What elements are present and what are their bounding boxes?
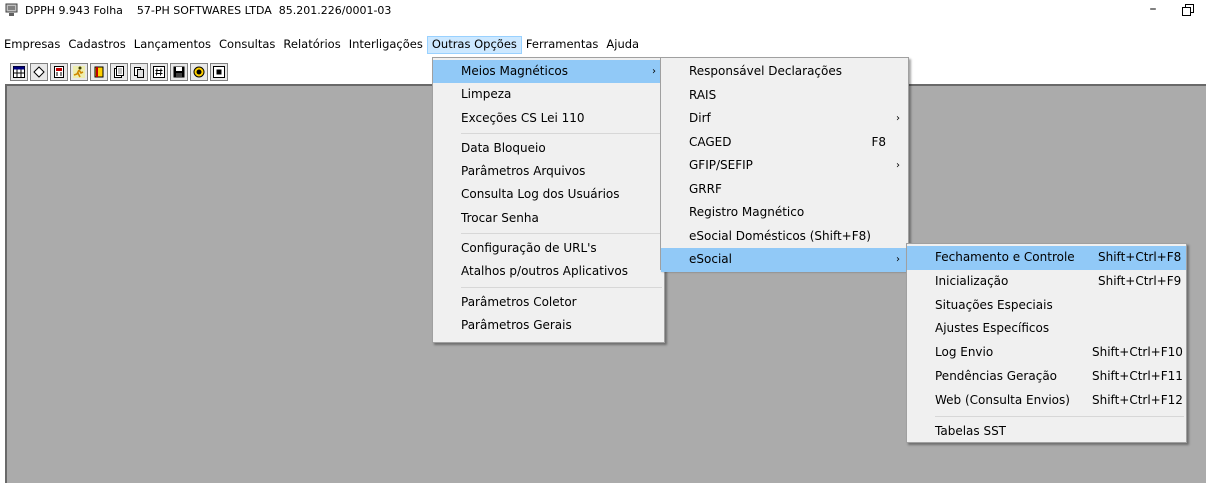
menu-interligacoes[interactable]: Interligações bbox=[345, 36, 427, 54]
menu-item-responsavel-declaracoes[interactable]: Responsável Declarações bbox=[661, 60, 908, 84]
chevron-right-icon: › bbox=[896, 254, 900, 265]
menu-item-pendencias-geracao[interactable]: Pendências Geração Shift+Ctrl+F11 bbox=[907, 365, 1186, 389]
menu-lancamentos[interactable]: Lançamentos bbox=[130, 36, 215, 54]
app-icon bbox=[5, 3, 20, 17]
menu-item-excecoes-cs[interactable]: Exceções CS Lei 110 bbox=[433, 107, 664, 130]
menu-item-consulta-log[interactable]: Consulta Log dos Usuários bbox=[433, 183, 664, 206]
menu-item-gfip-sefip[interactable]: GFIP/SEFIP › bbox=[661, 154, 908, 178]
menu-item-esocial-domesticos[interactable]: eSocial Domésticos (Shift+F8) bbox=[661, 225, 908, 249]
menu-item-rais[interactable]: RAIS bbox=[661, 84, 908, 108]
menu-item-ajustes-especificos[interactable]: Ajustes Específicos bbox=[907, 317, 1186, 341]
menu-outras-opcoes[interactable]: Outras Opções bbox=[426, 36, 522, 54]
menu-item-log-envio[interactable]: Log Envio Shift+Ctrl+F10 bbox=[907, 341, 1186, 365]
menu-divider bbox=[935, 415, 1184, 417]
menu-divider bbox=[461, 233, 662, 235]
window-title: DPPH 9.943 Folha 57-PH SOFTWARES LTDA 85… bbox=[25, 4, 392, 17]
meios-magneticos-menu: Responsável Declarações RAIS Dirf › CAGED… bbox=[660, 57, 909, 272]
menu-item-atalhos[interactable]: Atalhos p/outros Aplicativos bbox=[433, 260, 664, 283]
calculator-icon[interactable] bbox=[50, 63, 68, 81]
outras-opcoes-menu: Meios Magnéticos › Limpeza Exceções CS Le… bbox=[432, 57, 665, 343]
menu-ferramentas[interactable]: Ferramentas bbox=[522, 36, 602, 54]
menu-cadastros[interactable]: Cadastros bbox=[64, 36, 129, 54]
menu-item-parametros-arquivos[interactable]: Parâmetros Arquivos bbox=[433, 160, 664, 183]
hash-icon[interactable] bbox=[150, 63, 168, 81]
menu-item-registro-magnetico[interactable]: Registro Magnético bbox=[661, 201, 908, 225]
menu-item-situacoes-especiais[interactable]: Situações Especiais bbox=[907, 294, 1186, 318]
menu-relatorios[interactable]: Relatórios bbox=[279, 36, 344, 54]
runner-icon[interactable] bbox=[70, 63, 88, 81]
chevron-right-icon: › bbox=[652, 66, 656, 77]
menu-item-grrf[interactable]: GRRF bbox=[661, 178, 908, 202]
menu-item-dirf[interactable]: Dirf › bbox=[661, 107, 908, 131]
title-bar: DPPH 9.943 Folha 57-PH SOFTWARES LTDA 85… bbox=[0, 0, 1206, 20]
table-icon[interactable] bbox=[10, 63, 28, 81]
menu-divider bbox=[461, 286, 662, 288]
book-icon[interactable] bbox=[90, 63, 108, 81]
menu-item-trocar-senha[interactable]: Trocar Senha bbox=[433, 207, 664, 230]
minimize-button[interactable]: – bbox=[1143, 1, 1163, 19]
diamond-icon[interactable] bbox=[30, 63, 48, 81]
menu-divider bbox=[461, 132, 662, 134]
menu-item-parametros-gerais[interactable]: Parâmetros Gerais bbox=[433, 314, 664, 337]
menu-bar: Empresas Cadastros Lançamentos Consultas… bbox=[0, 36, 1206, 54]
square-icon[interactable] bbox=[210, 63, 228, 81]
menu-item-parametros-coletor[interactable]: Parâmetros Coletor bbox=[433, 291, 664, 314]
save-icon[interactable] bbox=[170, 63, 188, 81]
menu-ajuda[interactable]: Ajuda bbox=[602, 36, 643, 54]
menu-item-caged[interactable]: CAGED F8 bbox=[661, 131, 908, 155]
menu-item-esocial[interactable]: eSocial › bbox=[661, 248, 908, 272]
menu-item-limpeza[interactable]: Limpeza bbox=[433, 83, 664, 106]
chevron-right-icon: › bbox=[896, 113, 900, 124]
menu-item-configuracao-url[interactable]: Configuração de URL's bbox=[433, 237, 664, 260]
menu-item-fechamento-controle[interactable]: Fechamento e Controle Shift+Ctrl+F8 bbox=[907, 246, 1186, 270]
toolbar bbox=[10, 63, 230, 83]
menu-item-tabelas-sst[interactable]: Tabelas SST bbox=[907, 420, 1186, 444]
copy-icon[interactable] bbox=[130, 63, 148, 81]
menu-consultas[interactable]: Consultas bbox=[215, 36, 279, 54]
menu-empresas[interactable]: Empresas bbox=[0, 36, 64, 54]
menu-item-web-consulta-envios[interactable]: Web (Consulta Envios) Shift+Ctrl+F12 bbox=[907, 389, 1186, 413]
menu-item-data-bloqueio[interactable]: Data Bloqueio bbox=[433, 137, 664, 160]
chevron-right-icon: › bbox=[896, 160, 900, 171]
menu-item-inicializacao[interactable]: Inicialização Shift+Ctrl+F9 bbox=[907, 270, 1186, 294]
document-icon[interactable] bbox=[110, 63, 128, 81]
menu-item-meios-magneticos[interactable]: Meios Magnéticos › bbox=[433, 60, 664, 84]
target-icon[interactable] bbox=[190, 63, 208, 81]
restore-icon[interactable] bbox=[1181, 3, 1195, 17]
esocial-menu: Fechamento e Controle Shift+Ctrl+F8 Inici… bbox=[906, 243, 1187, 443]
